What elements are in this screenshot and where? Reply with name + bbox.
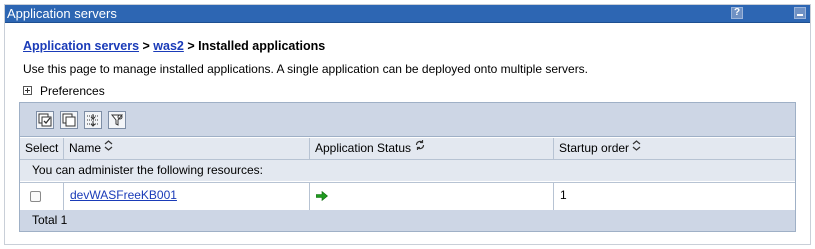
col-startup-header[interactable]: Startup order — [554, 138, 797, 159]
filter-icon[interactable] — [108, 111, 126, 129]
select-all-icon[interactable] — [36, 111, 54, 129]
breadcrumb-link-application-servers[interactable]: Application servers — [23, 39, 139, 53]
col-name-label: Name — [69, 141, 102, 155]
breadcrumb-current: Installed applications — [198, 39, 326, 53]
minimize-icon[interactable] — [794, 7, 806, 19]
table-toolbar — [20, 103, 795, 137]
started-arrow-icon — [315, 190, 328, 204]
select-cell — [20, 183, 64, 210]
name-cell: devWASFreeKB001 — [64, 183, 310, 210]
preferences-label: Preferences — [40, 84, 105, 98]
portlet-titlebar: Application servers ? — [5, 5, 810, 23]
status-cell — [310, 183, 554, 210]
startup-order-value: 1 — [560, 188, 567, 202]
application-link[interactable]: devWASFreeKB001 — [70, 188, 177, 202]
breadcrumb: Application servers > was2 > Installed a… — [23, 39, 325, 53]
col-name-header[interactable]: Name — [64, 138, 310, 159]
breadcrumb-separator: > — [139, 39, 154, 53]
page-description: Use this page to manage installed applic… — [23, 62, 589, 76]
resources-group-label: You can administer the following resourc… — [20, 160, 795, 181]
expand-all-icon[interactable] — [84, 111, 102, 129]
table-total: Total 1 — [20, 210, 795, 231]
table-header: Select Name Application Status Startup o… — [20, 138, 795, 160]
breadcrumb-separator: > — [183, 39, 199, 53]
breadcrumb-link-was2[interactable]: was2 — [153, 39, 184, 53]
table-row: devWASFreeKB001 1 — [20, 182, 795, 211]
sort-icon[interactable] — [104, 138, 113, 159]
sort-icon[interactable] — [632, 138, 641, 159]
help-button[interactable]: ? — [731, 7, 743, 19]
expand-plus-icon[interactable] — [23, 86, 32, 96]
refresh-icon[interactable] — [414, 138, 426, 159]
col-select-label: Select — [25, 141, 59, 155]
applications-table: Select Name Application Status Startup o… — [19, 102, 796, 232]
col-startup-label: Startup order — [559, 141, 630, 155]
col-status-label: Application Status — [315, 141, 412, 155]
col-select-header: Select — [20, 138, 64, 159]
row-checkbox[interactable] — [30, 191, 41, 202]
col-status-header[interactable]: Application Status — [310, 138, 554, 159]
preferences-toggle[interactable]: Preferences — [23, 84, 105, 98]
portlet: Application servers ? Application server… — [4, 4, 811, 245]
startup-cell: 1 — [554, 183, 797, 210]
deselect-all-icon[interactable] — [60, 111, 78, 129]
portlet-title: Application servers — [7, 6, 117, 21]
